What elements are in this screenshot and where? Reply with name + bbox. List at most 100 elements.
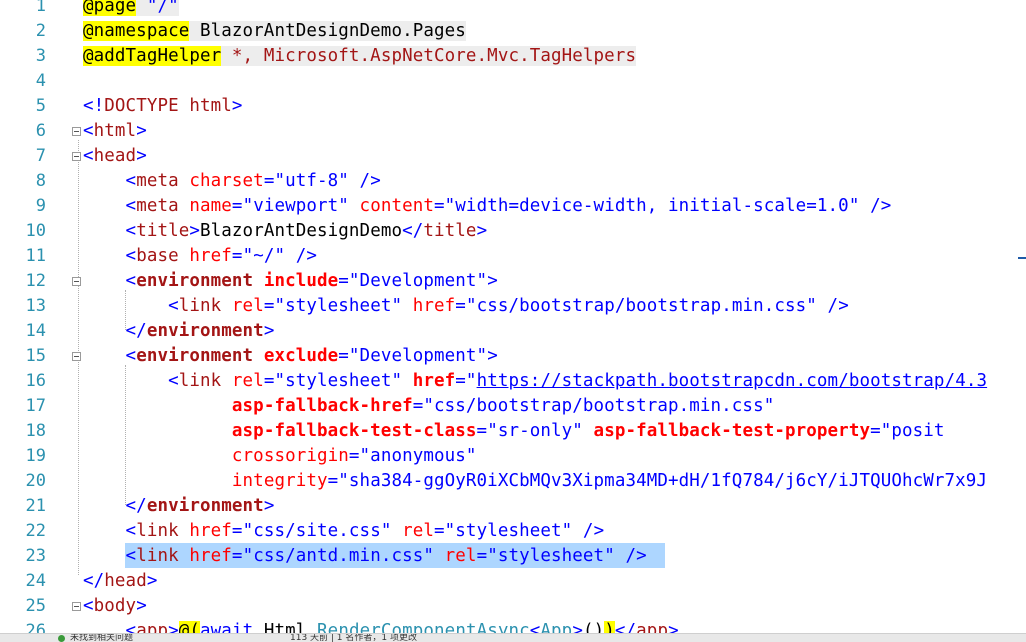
equals: = bbox=[434, 521, 445, 541]
tag-name: environment bbox=[146, 496, 264, 516]
code-line-12[interactable]: 12 <environment include="Development"> bbox=[0, 269, 1026, 294]
attribute-value: "utf-8" bbox=[274, 171, 349, 191]
bracket: < bbox=[125, 346, 137, 366]
attribute: html bbox=[178, 96, 232, 116]
code-line-4[interactable]: 4 bbox=[0, 69, 1026, 94]
attribute: content bbox=[348, 196, 435, 216]
tag-name: DOCTYPE bbox=[104, 96, 179, 116]
bracket: > bbox=[476, 221, 488, 241]
attribute: href bbox=[178, 546, 232, 566]
code-line-1[interactable]: 1 @page "/" bbox=[0, 0, 1026, 19]
line-number: 21 bbox=[25, 496, 46, 516]
tag-name: base bbox=[136, 246, 179, 266]
equals: = bbox=[231, 196, 243, 216]
tag-name: link bbox=[136, 546, 179, 566]
attribute-value: "viewport" bbox=[242, 196, 349, 216]
line-number: 13 bbox=[25, 296, 46, 316]
code-line-8[interactable]: 8 <meta charset="utf-8" /> bbox=[0, 169, 1026, 194]
equals: = bbox=[231, 246, 243, 266]
code-line-5[interactable]: 5 <!DOCTYPE html> bbox=[0, 94, 1026, 119]
line-number: 5 bbox=[35, 96, 46, 116]
attribute: name bbox=[178, 196, 232, 216]
tag-name: head bbox=[93, 146, 137, 166]
code-line-14[interactable]: 14 </environment> bbox=[0, 319, 1026, 344]
attribute: integrity bbox=[231, 471, 328, 491]
collapse-toggle-icon[interactable] bbox=[72, 277, 81, 286]
code-line-9[interactable]: 9 <meta name="viewport" content="width=d… bbox=[0, 194, 1026, 219]
bracket: < bbox=[125, 521, 137, 541]
attribute-value: "sha384-ggOyR0iXCbMQv3Xipma34MD+dH/1fQ78… bbox=[338, 471, 988, 491]
bracket: < bbox=[125, 196, 137, 216]
code-editor[interactable]: 1 @page "/" 2 @namespace BlazorAntDesign… bbox=[0, 0, 1026, 641]
code-line-18[interactable]: 18 asp-fallback-test-class="sr-only" asp… bbox=[0, 419, 1026, 444]
razor-directive: @page bbox=[83, 0, 137, 16]
attribute: rel bbox=[221, 371, 264, 391]
tag-name: head bbox=[104, 571, 147, 591]
namespace-text: BlazorAntDesignDemo.Pages bbox=[189, 21, 466, 41]
code-line-19[interactable]: 19 crossorigin="anonymous" bbox=[0, 444, 1026, 469]
collapse-toggle-icon[interactable] bbox=[72, 602, 81, 611]
code-text: asp-fallback-href="css/bootstrap/bootstr… bbox=[83, 394, 774, 419]
bracket: /> bbox=[285, 246, 318, 266]
bracket: <! bbox=[83, 96, 105, 116]
bracket: < bbox=[83, 121, 94, 141]
equals: = bbox=[231, 521, 243, 541]
collapse-toggle-icon[interactable] bbox=[72, 352, 81, 361]
code-line-21[interactable]: 21 </environment> bbox=[0, 494, 1026, 519]
tag-name: link bbox=[136, 521, 179, 541]
code-text: @page "/" bbox=[83, 0, 179, 19]
attribute: href bbox=[178, 246, 232, 266]
bracket: </ bbox=[125, 321, 147, 341]
code-line-13[interactable]: 13 <link rel="stylesheet" href="css/boot… bbox=[0, 294, 1026, 319]
code-line-15[interactable]: 15 <environment exclude="Development"> bbox=[0, 344, 1026, 369]
tag-name: body bbox=[93, 596, 137, 616]
line-number: 24 bbox=[25, 571, 46, 591]
code-text: <environment include="Development"> bbox=[83, 269, 498, 294]
collapse-toggle-icon[interactable] bbox=[72, 152, 81, 161]
code-text: <!DOCTYPE html> bbox=[83, 94, 243, 119]
line-number: 6 bbox=[35, 121, 46, 141]
razor-directive: @namespace bbox=[83, 21, 190, 41]
bracket: < bbox=[125, 221, 137, 241]
code-line-16[interactable]: 16 <link rel="stylesheet" href="https://… bbox=[0, 369, 1026, 394]
bracket: > bbox=[263, 496, 275, 516]
attribute-value: "Development" bbox=[348, 346, 488, 366]
code-line-11[interactable]: 11 <base href="~/" /> bbox=[0, 244, 1026, 269]
code-line-25[interactable]: 25 <body> bbox=[0, 594, 1026, 619]
code-line-23[interactable]: 23 <link href="css/antd.min.css" rel="st… bbox=[0, 544, 1026, 569]
code-line-7[interactable]: 7 <head> bbox=[0, 144, 1026, 169]
code-line-2[interactable]: 2 @namespace BlazorAntDesignDemo.Pages bbox=[0, 19, 1026, 44]
collapse-toggle-icon[interactable] bbox=[72, 127, 81, 136]
code-line-22[interactable]: 22 <link href="css/site.css" rel="styles… bbox=[0, 519, 1026, 544]
line-number: 19 bbox=[25, 446, 46, 466]
code-line-24[interactable]: 24 </head> bbox=[0, 569, 1026, 594]
code-line-6[interactable]: 6 <html> bbox=[0, 119, 1026, 144]
equals: = bbox=[338, 271, 349, 291]
code-text: crossorigin="anonymous" bbox=[83, 444, 477, 469]
bracket: > bbox=[146, 571, 158, 591]
bracket: < bbox=[83, 146, 94, 166]
code-line-3[interactable]: 3 @addTagHelper *, Microsoft.AspNetCore.… bbox=[0, 44, 1026, 69]
code-line-10[interactable]: 10 <title>BlazorAntDesignDemo</title> bbox=[0, 219, 1026, 244]
url-link[interactable]: https://stackpath.bootstrapcdn.com/boots… bbox=[477, 371, 988, 391]
attribute: rel bbox=[391, 521, 435, 541]
bracket: > bbox=[263, 321, 275, 341]
code-line-17[interactable]: 17 asp-fallback-href="css/bootstrap/boot… bbox=[0, 394, 1026, 419]
attribute: charset bbox=[178, 171, 264, 191]
code-line-20[interactable]: 20 integrity="sha384-ggOyR0iXCbMQv3Xipma… bbox=[0, 469, 1026, 494]
line-number: 9 bbox=[35, 196, 46, 216]
bracket: > bbox=[136, 146, 147, 166]
bracket: < bbox=[168, 371, 179, 391]
attribute-value: "~/" bbox=[242, 246, 286, 266]
code-text: @namespace BlazorAntDesignDemo.Pages bbox=[83, 19, 466, 44]
attribute-value: "posit bbox=[880, 421, 945, 441]
equals: = bbox=[231, 546, 243, 566]
attribute: crossorigin bbox=[231, 446, 349, 466]
